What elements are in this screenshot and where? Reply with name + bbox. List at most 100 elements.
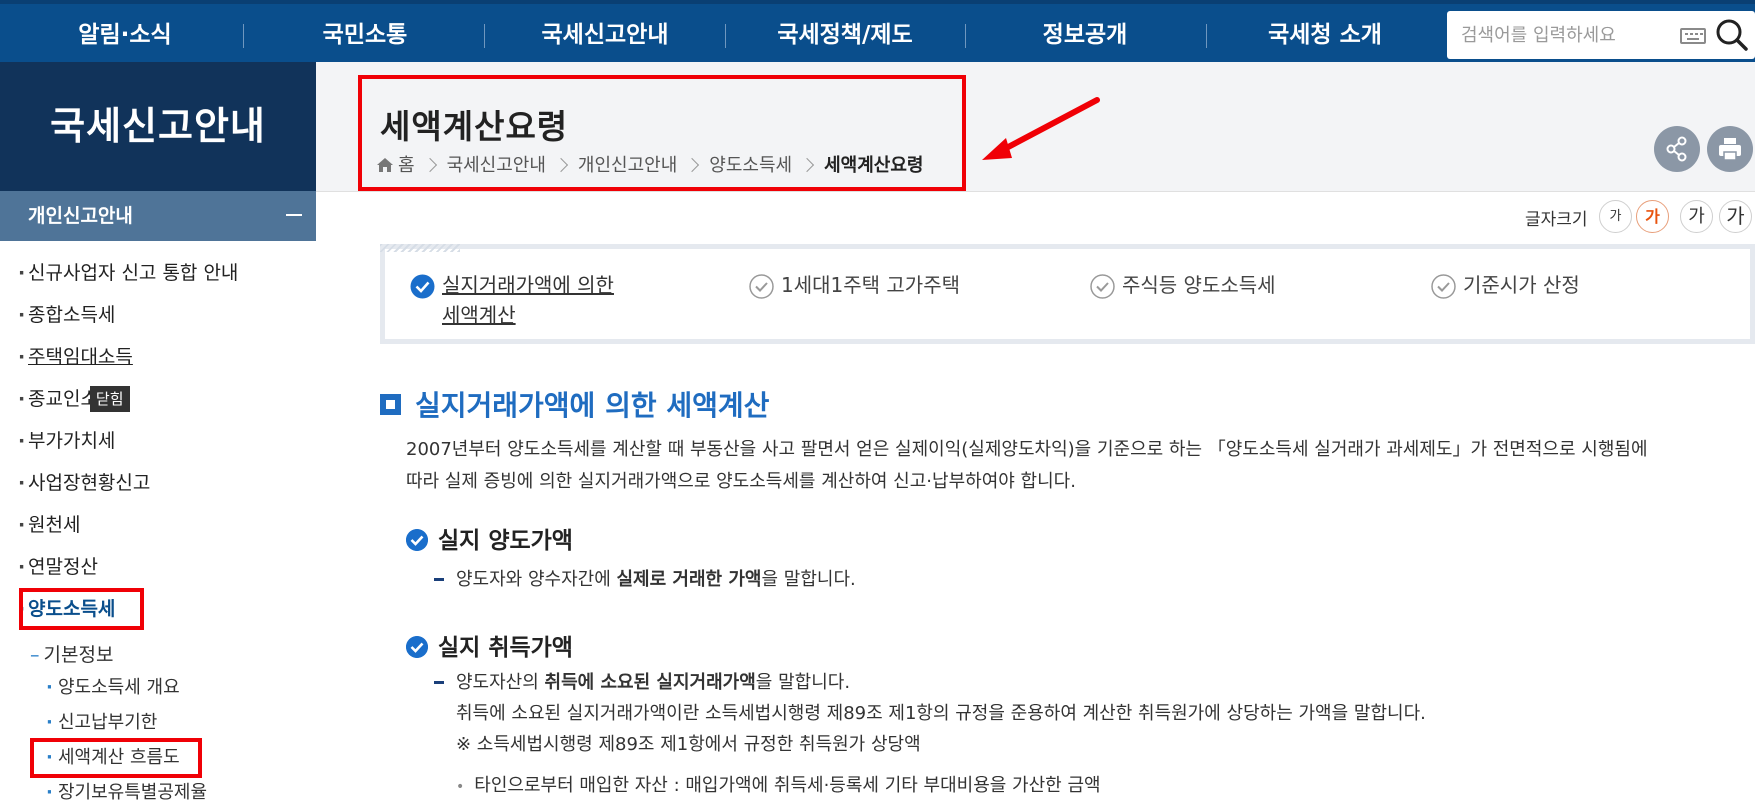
print-icon <box>1719 138 1741 161</box>
nav-separator <box>725 24 726 48</box>
nav-separator <box>1206 24 1207 48</box>
sidebar-item-label: 종합소득세 <box>28 304 116 326</box>
text-segment: 양도자와 양수자간에 <box>456 569 617 590</box>
bullet-acq-desc: 양도자산의 취득에 소요된 실지거래가액을 말합니다. <box>434 668 850 698</box>
text-segment: 을 말합니다. <box>761 569 856 590</box>
breadcrumb-current: 세액계산요령 <box>824 155 924 176</box>
sidebar-item-label: 사업장현황신고 <box>28 472 151 494</box>
subheading-sale-price: 실지 양도가액 <box>406 521 573 555</box>
sidebar-item-label: 부가가치세 <box>28 430 116 452</box>
sidebar-subitem-overview[interactable]: 양도소득세 개요 <box>46 673 180 703</box>
share-button[interactable] <box>1654 126 1700 172</box>
breadcrumb-item[interactable]: 개인신고안내 <box>578 152 677 180</box>
acq-detail-line: 취득에 소요된 실지거래가액이란 소득세법시행령 제89조 제1항의 규정을 준… <box>456 703 1426 724</box>
check-circle-icon <box>406 528 428 551</box>
sidebar-item-label: 주택임대소득 <box>28 346 133 368</box>
collapsed-tooltip: 닫힘 <box>89 385 130 412</box>
chevron-right-icon <box>685 157 700 173</box>
sidebar-item-business-status[interactable]: 사업장현황신고 <box>18 467 151 499</box>
tab-label: 세액계산 <box>442 303 516 327</box>
check-circle-icon <box>410 274 435 299</box>
tab-box-decoration <box>380 244 460 252</box>
nav-separator <box>484 24 485 48</box>
sidebar-item-label: 원천세 <box>28 514 81 536</box>
nav-item-news[interactable]: 알림·소식 <box>60 18 190 52</box>
font-size-default-button[interactable]: 가 <box>1636 200 1669 233</box>
share-icon <box>1666 136 1687 162</box>
intro-line: 따라 실제 증빙에 의한 실지거래가액으로 양도소득세를 계산하여 신고·납부하… <box>406 471 1076 492</box>
sidebar-subitem-flowchart[interactable]: 세액계산 흐름도 <box>46 743 180 773</box>
search-button[interactable] <box>1712 15 1752 55</box>
sidebar-item-religious[interactable]: 종교인소닫힘 <box>18 383 130 415</box>
top-navigation: 알림·소식 국민소통 국세신고안내 국세정책/제도 정보공개 국세청 소개 <box>0 0 1755 62</box>
breadcrumb-item[interactable]: 국세신고안내 <box>447 152 546 180</box>
acq-list-item: 타인으로부터 매입한 자산 : 매입가액에 취득세·등록세 기타 부대비용을 가… <box>456 771 1100 802</box>
chevron-right-icon <box>422 157 437 173</box>
search-box <box>1447 11 1755 59</box>
sidebar-subitem-deduction-rate[interactable]: 장기보유특별공제율 <box>46 778 207 808</box>
arrow-annotation <box>982 97 1100 160</box>
intro-line: 2007년부터 양도소득세를 계산할 때 부동산을 사고 팔면서 얻은 실제이익… <box>406 439 1648 460</box>
tab-high-price-house[interactable]: 1세대1주택 고가주택 <box>749 270 960 300</box>
section-title-text: 실지거래가액에 의한 세액계산 <box>415 389 770 422</box>
section-title: 실지거래가액에 의한 세액계산 <box>380 384 769 424</box>
breadcrumb-home[interactable]: 홈 <box>398 152 415 180</box>
tab-label: 주식등 양도소득세 <box>1122 273 1276 297</box>
subheading-text: 실지 양도가액 <box>438 528 573 554</box>
nav-item-communication[interactable]: 국민소통 <box>300 18 430 52</box>
nav-item-disclosure[interactable]: 정보공개 <box>1020 18 1150 52</box>
sidebar-item-year-end[interactable]: 연말정산 <box>18 551 98 583</box>
breadcrumb-item[interactable]: 양도소득세 <box>709 152 792 180</box>
keyboard-icon[interactable] <box>1680 28 1706 44</box>
check-circle-icon <box>1090 274 1115 299</box>
tab-stocks[interactable]: 주식등 양도소득세 <box>1090 270 1276 300</box>
font-size-large-button[interactable]: 가 <box>1680 200 1713 233</box>
acq-note: ※ 소득세법시행령 제89조 제1항에서 규정한 취득원가 상당액 <box>456 734 921 755</box>
tab-label: 1세대1주택 고가주택 <box>781 273 961 297</box>
sidebar-item-comprehensive-income[interactable]: 종합소득세 <box>18 299 116 331</box>
sidebar-item-label: 양도소득세 <box>28 598 116 620</box>
sidebar-subhead[interactable]: – 기본정보 <box>30 640 113 667</box>
search-icon <box>1716 19 1748 51</box>
sidebar-subhead-label: 기본정보 <box>43 644 114 666</box>
breadcrumb: 홈 국세신고안내 개인신고안내 양도소득세 세액계산요령 <box>376 152 923 180</box>
check-circle-icon <box>749 274 774 299</box>
nav-item-tax-filing[interactable]: 국세신고안내 <box>520 18 690 52</box>
chevron-right-icon <box>800 157 815 173</box>
collapse-icon[interactable] <box>286 214 302 216</box>
sidebar-item-housing-rental[interactable]: 주택임대소득 <box>18 341 133 373</box>
sidebar-item-capital-gains[interactable]: 양도소득세 <box>18 593 116 625</box>
nav-separator <box>243 24 244 48</box>
home-icon <box>377 158 393 172</box>
tab-standard-price[interactable]: 기준시가 산정 <box>1431 270 1580 300</box>
search-input[interactable] <box>1461 19 1661 51</box>
page-title: 세액계산요령 <box>380 107 569 146</box>
sidebar-item-label: 연말정산 <box>28 556 98 578</box>
tab-label: 실지거래가액에 의한 <box>442 273 614 297</box>
text-emphasis: 실제로 거래한 가액 <box>616 569 762 590</box>
check-circle-icon <box>1431 274 1456 299</box>
sidebar-item-label: 신규사업자 신고 통합 안내 <box>28 262 239 284</box>
sidebar-item-new-business[interactable]: 신규사업자 신고 통합 안내 <box>18 257 239 289</box>
nav-separator <box>965 24 966 48</box>
nav-item-about[interactable]: 국세청 소개 <box>1250 18 1400 52</box>
sidebar-item-vat[interactable]: 부가가치세 <box>18 425 116 457</box>
font-size-xlarge-button[interactable]: 가 <box>1719 200 1752 233</box>
dash-icon <box>434 680 444 684</box>
tab-actual-price[interactable]: 실지거래가액에 의한 세액계산 <box>410 270 614 330</box>
subheading-acquisition-price: 실지 취득가액 <box>406 628 573 662</box>
section-square-icon <box>380 393 401 415</box>
sidebar-item-label: 종교인소 <box>28 388 98 410</box>
nav-item-tax-policy[interactable]: 국세정책/제도 <box>760 18 930 52</box>
text-segment: 양도자산의 <box>456 672 545 693</box>
text-segment: 을 말합니다. <box>755 672 851 693</box>
check-circle-icon <box>406 635 428 658</box>
bullet-sale-desc: 양도자와 양수자간에 실제로 거래한 가액을 말합니다. <box>434 565 856 595</box>
sidebar-section-header[interactable]: 개인신고안내 <box>0 191 316 241</box>
font-size-small-button[interactable]: 가 <box>1599 200 1632 233</box>
dash-icon <box>434 577 444 581</box>
sidebar-subitem-deadline[interactable]: 신고납부기한 <box>46 708 157 738</box>
print-button[interactable] <box>1707 126 1753 172</box>
sidebar-item-withholding[interactable]: 원천세 <box>18 509 81 541</box>
subheading-text: 실지 취득가액 <box>438 635 573 661</box>
